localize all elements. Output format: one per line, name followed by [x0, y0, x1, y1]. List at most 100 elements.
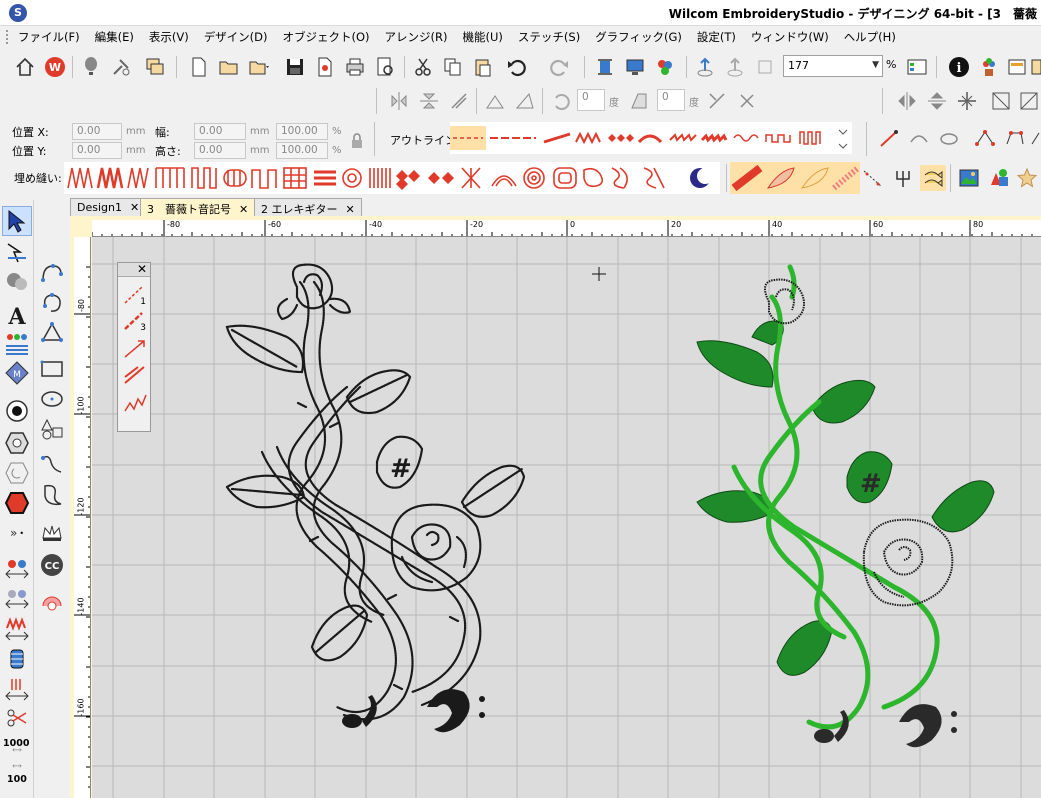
outline-bead-icon[interactable]: [606, 126, 634, 150]
menu-arrange[interactable]: アレンジ(R): [385, 29, 448, 45]
panel-close-icon[interactable]: ✕: [118, 263, 150, 277]
home-icon[interactable]: [12, 54, 38, 80]
undo-icon[interactable]: [504, 54, 530, 80]
zoom-select[interactable]: 177 ▼: [783, 55, 883, 77]
close-icon[interactable]: ✕: [130, 201, 139, 214]
open-folder-icon[interactable]: [216, 54, 242, 80]
reshape-line-icon[interactable]: [876, 126, 902, 152]
select-arrow-icon[interactable]: [2, 206, 32, 236]
stitch-effects-icons[interactable]: [730, 162, 860, 194]
menu-function[interactable]: 機能(U): [463, 29, 503, 45]
count-1000-tool[interactable]: 1000: [2, 734, 32, 764]
node-edit-icon[interactable]: [972, 126, 998, 152]
trident-icon[interactable]: [890, 165, 916, 191]
embroidery-canvas[interactable]: # #: [92, 237, 1041, 798]
rectangle-tool-icon[interactable]: [37, 354, 67, 384]
mirror-vertical-icon[interactable]: [416, 88, 442, 114]
outline-stem-icon[interactable]: [700, 126, 730, 150]
scale-height-input[interactable]: 100.00: [276, 142, 328, 159]
scissors-tool-icon[interactable]: [734, 88, 760, 114]
wilcom-logo-icon[interactable]: W: [42, 54, 68, 80]
close-icon[interactable]: ✕: [346, 203, 355, 216]
outline-wave-icon[interactable]: [732, 126, 762, 150]
slant-angle-input[interactable]: 0: [657, 89, 685, 111]
circle-tool-icon[interactable]: [2, 396, 32, 426]
chevron-down-icon[interactable]: ▼: [872, 60, 879, 70]
menu-object[interactable]: オブジェクト(O): [283, 29, 370, 45]
digitize-closed-curve-icon[interactable]: [37, 288, 67, 318]
auto-fabric-icon[interactable]: [2, 554, 32, 584]
crown-tool-icon[interactable]: [37, 518, 67, 548]
horizontal-ruler[interactable]: -80 -60 -40 -20 0 20 40 60 80: [92, 220, 1041, 237]
rotate-left-icon[interactable]: [482, 88, 508, 114]
windows-stack-icon[interactable]: [142, 54, 168, 80]
monogram-icon[interactable]: M: [2, 358, 32, 388]
picture-icon[interactable]: [956, 165, 982, 191]
copy-icon[interactable]: [440, 54, 466, 80]
menu-design[interactable]: デザイン(D): [204, 29, 268, 45]
save-icon[interactable]: [282, 54, 308, 80]
reshape-tool-icon[interactable]: [2, 238, 32, 268]
offset-tool-icon[interactable]: [2, 458, 32, 488]
pos-y-input[interactable]: 0.00: [72, 142, 122, 159]
count-100-tool[interactable]: 100: [2, 764, 32, 794]
bobbin-icon[interactable]: [592, 54, 618, 80]
travel-zigzag[interactable]: [122, 391, 148, 415]
travel-run-1[interactable]: 1: [122, 283, 148, 307]
menu-settings[interactable]: 設定(T): [697, 29, 736, 45]
toolbox-expand-icon[interactable]: » •: [2, 524, 32, 542]
hot-air-balloon-icon[interactable]: [78, 54, 104, 80]
open-recent-icon[interactable]: [246, 54, 272, 80]
travel-repeat[interactable]: [122, 363, 148, 387]
menu-graphics[interactable]: グラフィック(G): [595, 29, 682, 45]
menu-grip[interactable]: [6, 30, 10, 44]
digitize-open-curve-icon[interactable]: [37, 258, 67, 288]
chenille-tool-icon[interactable]: [37, 584, 67, 614]
tab-rose-clef[interactable]: 3 薔薇ト音記号 ✕: [140, 198, 256, 216]
distribute-2-icon[interactable]: [1016, 88, 1041, 114]
bobbin-tool-icon[interactable]: [2, 644, 32, 674]
outline-triple-icon[interactable]: [488, 126, 538, 150]
hoop-arrow-icon[interactable]: [692, 54, 718, 80]
stitch-density-icon[interactable]: [2, 614, 32, 644]
rotate-angle-input[interactable]: 0: [577, 89, 605, 111]
transform-tools-icon[interactable]: [704, 88, 730, 114]
trim-tool-icon[interactable]: [2, 674, 32, 704]
scissors-tool-left-icon[interactable]: [2, 704, 32, 734]
pos-x-input[interactable]: 0.00: [72, 123, 122, 140]
scale-width-input[interactable]: 100.00: [276, 123, 328, 140]
menu-stitch[interactable]: ステッチ(S): [518, 29, 580, 45]
travel-backtrack[interactable]: [122, 337, 148, 361]
menu-view[interactable]: 表示(V): [149, 29, 189, 45]
print-preview-icon[interactable]: [372, 54, 398, 80]
hexagon-red-icon[interactable]: [2, 488, 32, 518]
width-input[interactable]: 0.00: [194, 123, 246, 140]
redo-icon[interactable]: [546, 54, 572, 80]
align-horizontal-icon[interactable]: [894, 88, 920, 114]
lock-proportion-icon[interactable]: [346, 130, 368, 152]
team-names-icon[interactable]: [2, 328, 32, 358]
shapes-icon[interactable]: [986, 165, 1012, 191]
design-workspace[interactable]: # #: [92, 237, 1041, 798]
reshape-curve-icon[interactable]: [906, 126, 932, 152]
skew-icon[interactable]: [446, 88, 472, 114]
height-input[interactable]: 0.00: [194, 142, 246, 159]
print-icon[interactable]: [342, 54, 368, 80]
color-palette-icon[interactable]: [652, 54, 678, 80]
fill-type-icons[interactable]: [64, 162, 720, 194]
monitor-icon[interactable]: [622, 54, 648, 80]
slant-angle-icon[interactable]: [626, 88, 652, 114]
ellipse-tool-icon[interactable]: [37, 384, 67, 414]
menu-file[interactable]: ファイル(F): [18, 29, 80, 45]
align-center-icon[interactable]: [954, 88, 980, 114]
outline-satin-icon[interactable]: [542, 126, 572, 150]
node-overflow-icon[interactable]: [1030, 126, 1041, 152]
info-icon[interactable]: i: [946, 54, 972, 80]
lettering-applique-icon[interactable]: [2, 266, 32, 296]
reshape-dots-icon[interactable]: [860, 165, 886, 191]
star-icon[interactable]: [1014, 165, 1040, 191]
outline-square-icon[interactable]: [764, 126, 794, 150]
vertical-ruler[interactable]: -80 -100 -120 -140 -160: [74, 237, 91, 798]
distribute-icon[interactable]: [988, 88, 1014, 114]
outline-more-icon[interactable]: [836, 126, 850, 150]
